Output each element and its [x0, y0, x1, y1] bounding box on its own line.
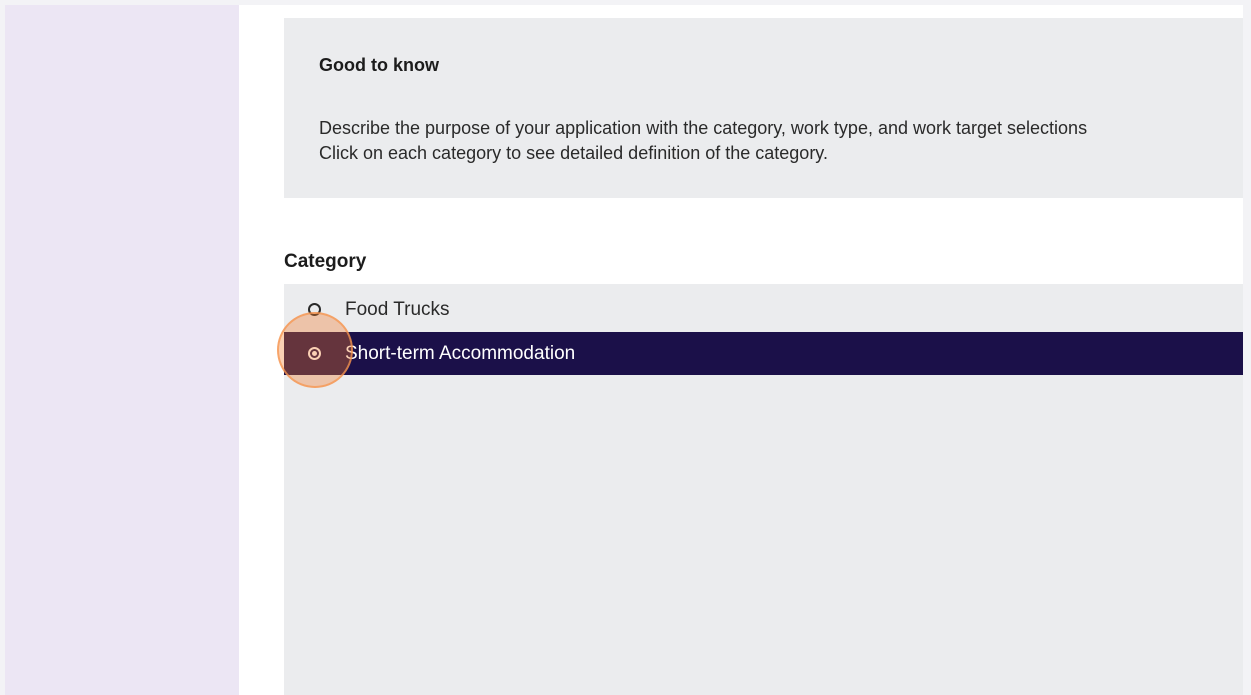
sidebar	[5, 5, 239, 695]
info-line-1: Describe the purpose of your application…	[319, 118, 1088, 138]
category-options-list: Food Trucks Short-term Accommodation	[284, 284, 1243, 695]
info-title: Good to know	[319, 55, 439, 75]
option-label: Short-term Accommodation	[345, 343, 576, 364]
info-description: Describe the purpose of your application…	[319, 116, 1243, 166]
option-label: Food Trucks	[345, 299, 450, 320]
category-option-food-trucks[interactable]: Food Trucks	[284, 290, 1243, 332]
main-content: Good to know Describe the purpose of you…	[239, 5, 1243, 695]
info-line-2: Click on each category to see detailed d…	[319, 143, 828, 163]
radio-unselected-icon[interactable]	[308, 303, 321, 316]
good-to-know-panel: Good to know Describe the purpose of you…	[284, 18, 1243, 198]
app-frame: Good to know Describe the purpose of you…	[0, 0, 1251, 695]
category-label: Category	[284, 251, 367, 272]
radio-selected-icon[interactable]	[308, 347, 321, 360]
category-option-short-term-accommodation[interactable]: Short-term Accommodation	[284, 332, 1243, 375]
